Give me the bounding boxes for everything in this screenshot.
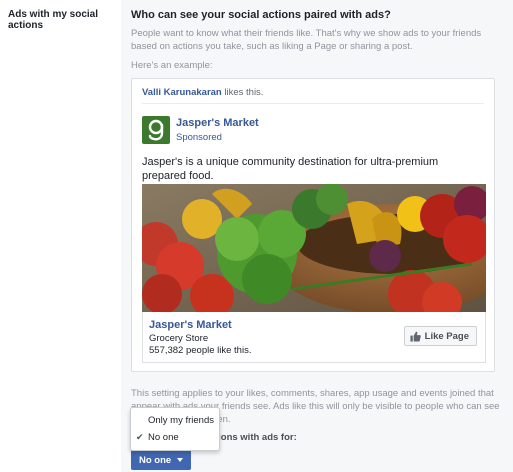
ad-link-box[interactable]: Jasper's Market Grocery Store 557,382 pe…	[142, 312, 486, 363]
option-label: No one	[148, 432, 179, 443]
option-label: Only my friends	[148, 415, 214, 426]
like-page-label: Like Page	[424, 330, 469, 342]
section-label: Ads with my social actions	[8, 9, 99, 31]
jaspers-logo-icon	[148, 119, 164, 141]
ad-page-name[interactable]: Jasper's Market	[176, 117, 259, 129]
audience-dropdown-button[interactable]: No one	[131, 450, 192, 470]
settings-panel: Who can see your social actions paired w…	[121, 0, 513, 472]
like-page-button[interactable]: Like Page	[403, 326, 477, 346]
example-ad-card: Valli Karunakaran likes this. Jasper's M…	[131, 78, 495, 372]
ad-image-vegetables[interactable]	[142, 184, 486, 312]
card-divider	[142, 103, 484, 104]
option-no-one[interactable]: ✔ No one	[131, 430, 219, 446]
friend-name-link[interactable]: Valli Karunakaran	[142, 87, 222, 98]
audience-selected-label: No one	[139, 454, 172, 466]
link-category: Grocery Store	[149, 333, 209, 344]
example-label: Here's an example:	[131, 60, 213, 71]
settings-left-column: Ads with my social actions	[0, 0, 120, 472]
audience-dropdown-menu: Only my friends ✔ No one	[130, 407, 220, 451]
vegetables-image	[142, 184, 486, 312]
ad-body-text: Jasper's is a unique community destinati…	[142, 156, 439, 182]
panel-description: People want to know what their friends l…	[131, 28, 482, 52]
sponsored-label: Sponsored	[176, 132, 222, 143]
caret-down-icon	[177, 458, 184, 462]
page-logo[interactable]	[142, 116, 170, 144]
thumbs-up-icon	[410, 331, 421, 342]
link-like-count: 557,382 people like this.	[149, 345, 252, 356]
option-only-my-friends[interactable]: Only my friends	[131, 413, 219, 429]
social-context: Valli Karunakaran likes this.	[142, 87, 263, 98]
panel-heading: Who can see your social actions paired w…	[131, 9, 391, 21]
friend-action-text: likes this.	[221, 87, 264, 98]
checkmark-icon: ✔	[136, 432, 144, 442]
link-page-name[interactable]: Jasper's Market	[149, 319, 232, 331]
